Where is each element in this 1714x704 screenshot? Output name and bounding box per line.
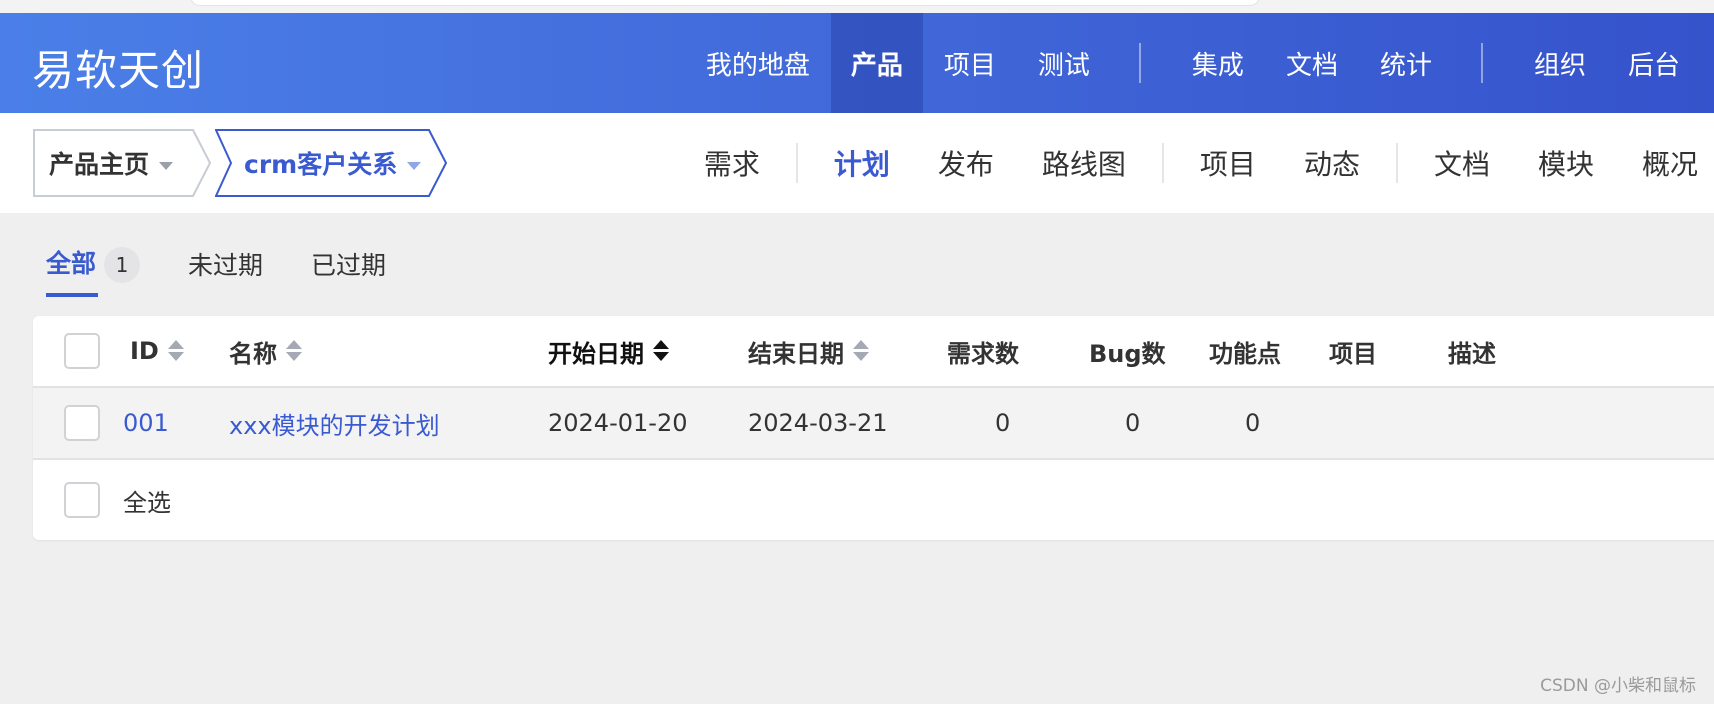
col-start-header[interactable]: 开始日期 — [548, 316, 669, 386]
nav-item-test[interactable]: 测试 — [1017, 13, 1111, 113]
watermark: CSDN @小柴和鼠标 — [1540, 676, 1696, 696]
header-checkbox[interactable] — [64, 333, 100, 369]
product-subnav: 需求 计划 发布 路线图 项目 动态 文档 模块 概况 — [680, 113, 1714, 213]
browser-top-strip — [0, 0, 1714, 13]
breadcrumb-product-select[interactable]: crm客户关系 — [215, 129, 447, 197]
sort-icon — [167, 339, 184, 363]
subnav-divider — [795, 143, 798, 183]
chevron-down-icon — [407, 162, 422, 170]
col-desc-header: 描述 — [1448, 339, 1496, 368]
subnav-module[interactable]: 模块 — [1514, 143, 1618, 183]
plan-id-link[interactable]: 001 — [123, 388, 169, 458]
tab-all-label: 全部 — [46, 249, 97, 278]
table-footer: 全选 — [33, 460, 1714, 540]
plan-name-link[interactable]: xxx模块的开发计划 — [229, 388, 440, 458]
col-name-header[interactable]: 名称 — [229, 316, 302, 386]
subnav-divider — [1395, 143, 1398, 183]
nav-item-org[interactable]: 组织 — [1513, 13, 1607, 113]
subnav-roadmap[interactable]: 路线图 — [1018, 143, 1150, 183]
subnav-release[interactable]: 发布 — [914, 143, 1018, 183]
subnav-project[interactable]: 项目 — [1176, 143, 1280, 183]
nav-item-ci[interactable]: 集成 — [1171, 13, 1265, 113]
count-badge: 1 — [104, 247, 141, 283]
breadcrumb-home-label: 产品主页 — [33, 145, 174, 181]
nav-item-product[interactable]: 产品 — [830, 13, 923, 113]
col-stories-header: 需求数 — [947, 339, 1019, 368]
plan-table: ID 名称 开始日期 结束日期 需求数 Bug数 功能点 项目 描述 001 x… — [33, 316, 1714, 540]
tab-expired[interactable]: 已过期 — [311, 246, 386, 290]
breadcrumb-home-text: 产品主页 — [49, 150, 150, 179]
select-all-label[interactable]: 全选 — [123, 460, 171, 540]
col-id-header[interactable]: ID — [130, 316, 184, 386]
tab-unexpired[interactable]: 未过期 — [188, 246, 263, 290]
app-logo[interactable]: 易软天创 — [32, 37, 204, 98]
nav-item-stats[interactable]: 统计 — [1359, 13, 1453, 113]
col-bugs-header: Bug数 — [1089, 339, 1166, 368]
col-start-label: 开始日期 — [548, 339, 644, 368]
plan-end-date: 2024-03-21 — [748, 409, 888, 437]
col-end-header[interactable]: 结束日期 — [748, 316, 869, 386]
col-id-label: ID — [130, 337, 159, 365]
subnav-plan[interactable]: 计划 — [810, 143, 914, 183]
address-bar[interactable] — [190, 0, 1260, 6]
breadcrumb-product-label: crm客户关系 — [215, 145, 422, 181]
sort-icon — [852, 339, 869, 363]
select-all-checkbox[interactable] — [64, 482, 100, 518]
subnav-overview[interactable]: 概况 — [1618, 143, 1714, 183]
sub-header: 产品主页 crm客户关系 需求 计划 发布 路线图 项目 动态 文档 模块 概况 — [0, 113, 1714, 213]
subnav-doc[interactable]: 文档 — [1410, 143, 1514, 183]
nav-item-doc[interactable]: 文档 — [1265, 13, 1359, 113]
breadcrumb-product-text: crm客户关系 — [244, 150, 398, 179]
subnav-dynamic[interactable]: 动态 — [1280, 143, 1384, 183]
breadcrumb-product-home[interactable]: 产品主页 — [33, 129, 211, 197]
table-row[interactable]: 001 xxx模块的开发计划 2024-01-20 2024-03-21 0 0… — [33, 388, 1714, 460]
col-project-header: 项目 — [1329, 339, 1377, 368]
col-points-header: 功能点 — [1209, 339, 1281, 368]
chevron-down-icon — [159, 162, 174, 170]
nav-item-project[interactable]: 项目 — [923, 13, 1017, 113]
nav-divider — [1480, 43, 1483, 83]
table-header-row: ID 名称 开始日期 结束日期 需求数 Bug数 功能点 项目 描述 — [33, 316, 1714, 388]
nav-item-admin[interactable]: 后台 — [1607, 13, 1714, 113]
subnav-story[interactable]: 需求 — [680, 143, 784, 183]
tab-all[interactable]: 全部 1 — [46, 244, 141, 297]
row-checkbox[interactable] — [64, 405, 100, 441]
subnav-divider — [1161, 143, 1164, 183]
top-header: 易软天创 我的地盘 产品 项目 测试 集成 文档 统计 组织 后台 — [0, 13, 1714, 113]
col-end-label: 结束日期 — [748, 339, 844, 368]
plan-filter-tabs: 全部 1 未过期 已过期 — [46, 244, 434, 297]
plan-start-date: 2024-01-20 — [548, 409, 688, 437]
sort-icon — [285, 339, 302, 363]
main-nav: 我的地盘 产品 项目 测试 集成 文档 统计 组织 后台 — [685, 13, 1714, 113]
plan-story-count: 0 — [995, 409, 1011, 437]
nav-item-my[interactable]: 我的地盘 — [685, 13, 831, 113]
nav-divider — [1138, 43, 1141, 83]
plan-bug-count: 0 — [1125, 409, 1141, 437]
sort-desc-icon — [652, 339, 669, 363]
col-name-label: 名称 — [229, 339, 277, 368]
plan-point-count: 0 — [1245, 409, 1261, 437]
